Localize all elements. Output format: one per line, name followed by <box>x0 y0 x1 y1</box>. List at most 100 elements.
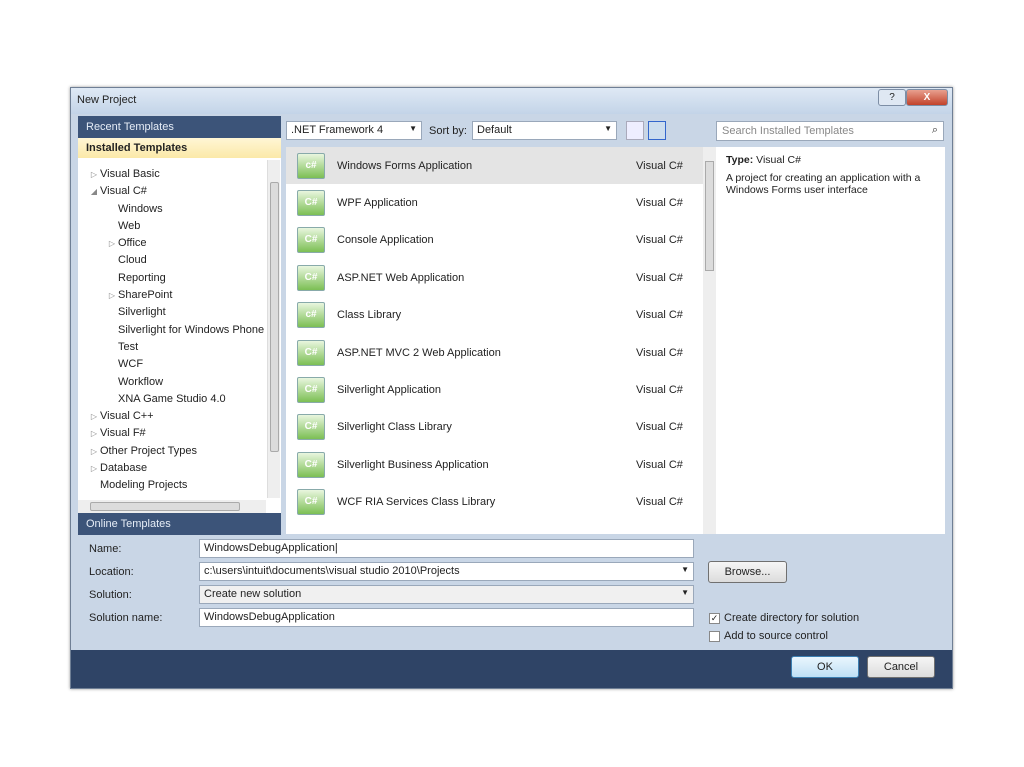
tree-node-label: Web <box>118 219 141 232</box>
tree-node-label: Visual F# <box>100 427 146 440</box>
tree-node-label: Silverlight <box>118 306 166 319</box>
tree-node[interactable]: WCF <box>78 356 266 373</box>
tree-node[interactable]: Web <box>78 218 266 235</box>
cancel-button[interactable]: Cancel <box>867 656 935 678</box>
tree-node[interactable]: ▷ Visual Basic <box>78 166 266 183</box>
tree-horizontal-scrollbar[interactable] <box>78 500 266 513</box>
csharp-project-icon: c# <box>297 302 325 329</box>
sort-value: Default <box>477 124 512 136</box>
name-value: WindowsDebugApplication <box>204 542 335 554</box>
tree-node[interactable]: Cloud <box>78 252 266 269</box>
tree-node[interactable]: Reporting <box>78 270 266 287</box>
solution-name-value: WindowsDebugApplication <box>204 611 335 623</box>
sort-label: Sort by: <box>429 125 467 137</box>
search-templates-input[interactable]: Search Installed Templates ⌕ <box>716 121 944 141</box>
csharp-project-icon: C# <box>297 377 325 404</box>
template-name: Windows Forms Application <box>337 159 473 172</box>
chevron-down-icon: ▼ <box>409 124 417 133</box>
tree-node-label: Visual C++ <box>100 410 154 423</box>
tree-node[interactable]: Silverlight for Windows Phone <box>78 322 266 339</box>
template-item[interactable]: c# Windows Forms Application Visual C# <box>286 147 716 185</box>
dialog-title: New Project <box>77 94 137 106</box>
expand-arrow-icon[interactable]: ▷ <box>88 166 100 183</box>
chevron-down-icon: ▼ <box>681 588 689 597</box>
tree-node-label: Other Project Types <box>100 444 198 457</box>
expand-arrow-icon[interactable]: ▷ <box>106 235 118 252</box>
tree-node[interactable]: Test <box>78 339 266 356</box>
template-item[interactable]: C# Silverlight Business Application Visual… <box>286 446 716 483</box>
chevron-down-icon: ▼ <box>681 565 689 574</box>
template-name: WCF RIA Services Class Library <box>337 496 496 509</box>
expand-arrow-icon[interactable]: ▷ <box>88 425 100 442</box>
expand-arrow-icon[interactable]: ▷ <box>106 287 118 304</box>
solution-name-input[interactable]: WindowsDebugApplication <box>199 608 694 627</box>
close-button[interactable]: X <box>906 89 948 106</box>
csharp-project-icon: C# <box>297 264 325 291</box>
csharp-project-icon: C# <box>297 414 325 441</box>
template-name: ASP.NET MVC 2 Web Application <box>337 346 501 359</box>
checkbox-box <box>709 630 720 642</box>
csharp-project-icon: C# <box>297 489 325 516</box>
recent-templates-header[interactable]: Recent Templates <box>78 116 281 138</box>
expand-arrow-icon[interactable]: ◢ <box>88 183 100 200</box>
tree-node[interactable]: Windows <box>78 201 266 218</box>
search-icon[interactable]: ⌕ <box>932 124 938 137</box>
csharp-project-icon: C# <box>297 339 325 366</box>
installed-templates-header[interactable]: Installed Templates <box>78 138 281 158</box>
tree-node-label: Modeling Projects <box>100 479 188 492</box>
ok-button[interactable]: OK <box>791 656 859 678</box>
csharp-project-icon: C# <box>297 190 325 217</box>
expand-arrow-icon[interactable]: ▷ <box>88 460 100 477</box>
template-item[interactable]: C# ASP.NET Web Application Visual C# <box>286 259 716 296</box>
expand-arrow-icon[interactable]: ▷ <box>88 443 100 460</box>
template-item[interactable]: C# Console Application Visual C# <box>286 222 716 259</box>
tree-node-label: Windows <box>118 202 163 215</box>
template-name: WPF Application <box>337 197 418 210</box>
tree-node[interactable]: ▷ SharePoint <box>78 287 266 304</box>
tree-node[interactable]: ▷ Other Project Types <box>78 443 266 460</box>
tree-vertical-scrollbar[interactable] <box>267 160 280 498</box>
tree-node[interactable]: XNA Game Studio 4.0 <box>78 391 266 408</box>
template-item[interactable]: C# Silverlight Class Library Visual C# <box>286 409 716 446</box>
csharp-project-icon: C# <box>297 227 325 254</box>
tree-node[interactable]: ▷ Office <box>78 235 266 252</box>
tree-node[interactable]: Modeling Projects <box>78 477 266 494</box>
expand-arrow-icon[interactable]: ▷ <box>88 408 100 425</box>
template-name: ASP.NET Web Application <box>337 271 465 284</box>
solution-select[interactable]: Create new solution ▼ <box>199 585 694 604</box>
tree-node-label: Office <box>118 237 147 250</box>
tree-node-label: SharePoint <box>118 289 173 302</box>
tree-node[interactable]: ▷ Database <box>78 460 266 477</box>
template-item[interactable]: c# Class Library Visual C# <box>286 297 716 334</box>
source-control-checkbox[interactable]: Add to source control <box>709 630 828 642</box>
browse-button[interactable]: Browse... <box>708 561 787 583</box>
tree-node[interactable]: ▷ Visual C++ <box>78 408 266 425</box>
online-templates-header[interactable]: Online Templates <box>78 513 281 535</box>
create-directory-checkbox[interactable]: ✓ Create directory for solution <box>709 612 859 624</box>
template-info-panel: Type: Visual C# A project for creating a… <box>716 147 945 534</box>
template-list-scrollbar[interactable] <box>703 147 716 534</box>
list-view-icon[interactable] <box>648 121 666 140</box>
name-input[interactable]: WindowsDebugApplication| <box>199 539 694 558</box>
tree-node-label: Workflow <box>118 375 164 388</box>
framework-value: .NET Framework 4 <box>291 124 384 136</box>
template-tree: ▷ Visual Basic ◢ Visual C# Windows Web ▷ Office… <box>78 160 266 498</box>
sort-select[interactable]: Default ▼ <box>472 121 617 140</box>
template-categories-panel: Recent Templates Installed Templates ▷ Vi… <box>78 116 281 533</box>
template-item[interactable]: C# WPF Application Visual C# <box>286 184 716 221</box>
small-icons-view-icon[interactable] <box>626 121 644 140</box>
template-name: Silverlight Business Application <box>337 458 489 471</box>
tree-node[interactable]: Silverlight <box>78 304 266 321</box>
tree-node-label: Visual Basic <box>100 168 160 180</box>
tree-node-label: Database <box>100 462 148 475</box>
help-button[interactable]: ? <box>878 89 906 106</box>
template-item[interactable]: C# ASP.NET MVC 2 Web Application Visual C# <box>286 334 716 371</box>
tree-node[interactable]: ◢ Visual C# <box>78 183 266 200</box>
framework-select[interactable]: .NET Framework 4 ▼ <box>286 121 422 140</box>
location-combobox[interactable]: c:\users\intuit\documents\visual studio … <box>199 562 694 581</box>
template-item[interactable]: C# WCF RIA Services Class Library Visual C… <box>286 484 716 521</box>
template-item[interactable]: C# Silverlight Application Visual C# <box>286 371 716 408</box>
tree-node[interactable]: ▷ Visual F# <box>78 425 266 442</box>
search-placeholder: Search Installed Templates <box>722 125 854 137</box>
tree-node[interactable]: Workflow <box>78 374 266 391</box>
